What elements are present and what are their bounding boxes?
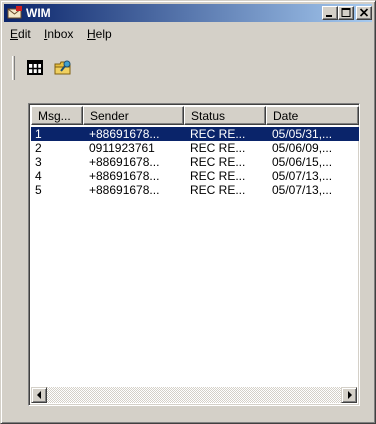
cell-msg: 1 bbox=[35, 127, 42, 141]
column-header-msg[interactable]: Msg... bbox=[31, 106, 83, 125]
arrow-right-icon bbox=[348, 391, 352, 399]
list-rows: 1 +88691678... REC RE... 05/05/31,... 2 … bbox=[31, 127, 359, 197]
column-header-date[interactable]: Date bbox=[266, 106, 359, 125]
cell-date: 05/07/13,... bbox=[272, 183, 333, 197]
cell-status: REC RE... bbox=[190, 155, 246, 169]
folder-key-icon bbox=[54, 60, 71, 75]
window-title: WIM bbox=[26, 6, 51, 20]
cell-date: 05/05/31,... bbox=[272, 127, 333, 141]
cell-status: REC RE... bbox=[190, 141, 246, 155]
cell-msg: 5 bbox=[35, 183, 42, 197]
table-row[interactable]: 1 +88691678... REC RE... 05/05/31,... bbox=[31, 127, 359, 141]
cell-sender: +88691678... bbox=[89, 183, 160, 197]
scroll-left-button[interactable] bbox=[31, 387, 47, 403]
menu-help-label: elp bbox=[95, 27, 112, 41]
scroll-right-button[interactable] bbox=[341, 387, 357, 403]
grid-view-icon bbox=[27, 60, 43, 75]
maximize-icon bbox=[341, 8, 351, 17]
grid-view-button[interactable] bbox=[25, 58, 47, 80]
cell-date: 05/06/09,... bbox=[272, 141, 333, 155]
cell-status: REC RE... bbox=[190, 127, 246, 141]
close-icon bbox=[359, 8, 369, 17]
cell-status: REC RE... bbox=[190, 183, 246, 197]
arrow-left-icon bbox=[37, 391, 41, 399]
cell-date: 05/06/15,... bbox=[272, 155, 333, 169]
menu-help-mnemonic: H bbox=[87, 27, 96, 41]
maximize-button[interactable] bbox=[338, 6, 354, 20]
close-button[interactable] bbox=[356, 6, 372, 20]
cell-msg: 4 bbox=[35, 169, 42, 183]
message-list[interactable]: Msg... Sender Status Date 1 +88691678...… bbox=[28, 103, 360, 406]
main-window: WIM Edit Inbox Help Msg... Sender Status… bbox=[0, 0, 376, 424]
cell-msg: 3 bbox=[35, 155, 42, 169]
menu-edit-label: dit bbox=[18, 27, 31, 41]
cell-sender: +88691678... bbox=[89, 155, 160, 169]
menu-edit-mnemonic: E bbox=[10, 27, 19, 41]
cell-sender: 0911923761 bbox=[89, 141, 155, 155]
table-row[interactable]: 4 +88691678... REC RE... 05/07/13,... bbox=[31, 169, 359, 183]
cell-status: REC RE... bbox=[190, 169, 246, 183]
title-bar[interactable]: WIM bbox=[4, 4, 372, 22]
menu-edit[interactable]: Edit bbox=[10, 27, 31, 41]
minimize-icon bbox=[326, 15, 332, 17]
cell-date: 05/07/13,... bbox=[272, 169, 333, 183]
table-row[interactable]: 2 0911923761 REC RE... 05/06/09,... bbox=[31, 141, 359, 155]
table-row[interactable]: 5 +88691678... REC RE... 05/07/13,... bbox=[31, 183, 359, 197]
horizontal-scrollbar[interactable] bbox=[31, 387, 357, 403]
column-header-status[interactable]: Status bbox=[184, 106, 266, 125]
cell-msg: 2 bbox=[35, 141, 42, 155]
minimize-button[interactable] bbox=[322, 6, 338, 20]
envelope-icon bbox=[7, 5, 23, 21]
list-header: Msg... Sender Status Date bbox=[31, 106, 359, 125]
table-row[interactable]: 3 +88691678... REC RE... 05/06/15,... bbox=[31, 155, 359, 169]
menu-bar: Edit Inbox Help bbox=[4, 24, 372, 44]
menu-inbox[interactable]: Inbox bbox=[44, 27, 73, 41]
toolbar-grip[interactable] bbox=[12, 56, 15, 80]
menu-inbox-label: nbox bbox=[47, 27, 74, 41]
cell-sender: +88691678... bbox=[89, 127, 160, 141]
menu-help[interactable]: Help bbox=[87, 27, 112, 41]
column-header-sender[interactable]: Sender bbox=[83, 106, 184, 125]
folder-button[interactable] bbox=[53, 58, 75, 80]
cell-sender: +88691678... bbox=[89, 169, 160, 183]
